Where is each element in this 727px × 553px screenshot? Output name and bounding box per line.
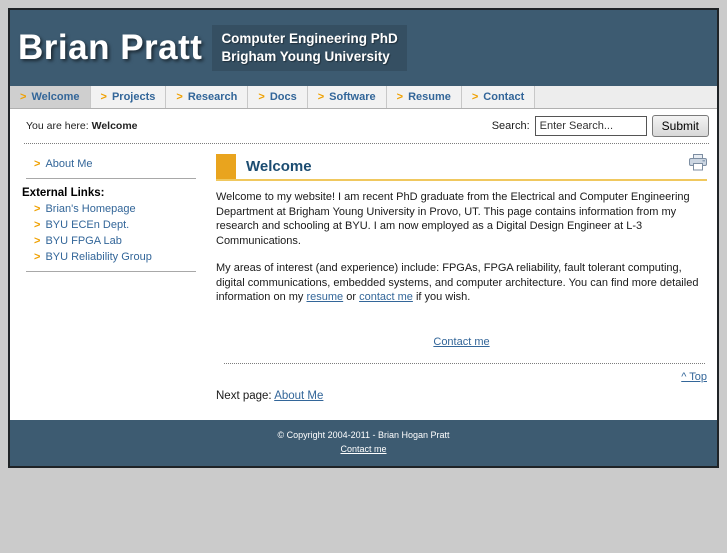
- chevron-right-icon: >: [34, 203, 41, 215]
- main-column: Welcome Welcome to my website! I am rece…: [210, 154, 717, 420]
- site-header: Brian Pratt Computer Engineering PhD Bri…: [10, 10, 717, 86]
- external-link-label: Brian's Homepage: [45, 203, 136, 215]
- nav-tabs: > Welcome > Projects > Research > Docs > Software…: [10, 86, 717, 109]
- nav-tab-docs[interactable]: > Docs: [248, 86, 308, 108]
- nav-tab-research[interactable]: > Research: [166, 86, 249, 108]
- page-title: Welcome: [246, 157, 312, 175]
- contact-center-row: Contact me: [216, 335, 707, 350]
- chevron-right-icon: >: [20, 91, 27, 103]
- site-title: Brian Pratt: [18, 28, 203, 67]
- breadcrumb-prefix: You are here:: [26, 120, 89, 132]
- nav-tab-label: Software: [329, 91, 376, 103]
- resume-link[interactable]: resume: [306, 291, 343, 303]
- chevron-right-icon: >: [34, 219, 41, 231]
- external-link-label: BYU Reliability Group: [45, 251, 152, 263]
- nav-tab-software[interactable]: > Software: [307, 86, 387, 108]
- heading-accent-square: [216, 154, 236, 179]
- external-link-label: BYU ECEn Dept.: [45, 219, 130, 231]
- nav-tab-projects[interactable]: > Projects: [90, 86, 167, 108]
- chevron-right-icon: >: [34, 158, 41, 170]
- contact-me-inline-link[interactable]: contact me: [359, 291, 413, 303]
- external-link-item[interactable]: > BYU FPGA Lab: [34, 235, 210, 247]
- sidebar-divider: [26, 271, 196, 272]
- search-label: Search:: [491, 120, 530, 132]
- next-page-row: Next page: About Me: [216, 389, 707, 404]
- chevron-right-icon: >: [317, 91, 325, 103]
- breadcrumb-current: Welcome: [91, 120, 138, 132]
- subtitle-line-2: Brigham Young University: [221, 49, 390, 64]
- contact-me-center-link[interactable]: Contact me: [433, 336, 489, 348]
- intro-paragraph: Welcome to my website! I am recent PhD g…: [216, 191, 690, 247]
- interests-text-mid: or: [343, 291, 360, 304]
- search-submit-button[interactable]: Submit: [651, 115, 709, 137]
- next-page-label: Next page:: [216, 389, 272, 402]
- sidebar: > About Me External Links: > Brian's Home…: [10, 154, 210, 420]
- page-heading-row: Welcome: [216, 154, 707, 181]
- search-box: Search: Submit: [492, 115, 709, 137]
- nav-tab-resume[interactable]: > Resume: [386, 86, 462, 108]
- chevron-right-icon: >: [100, 91, 107, 103]
- search-input[interactable]: [534, 116, 647, 136]
- nav-tab-label: Docs: [269, 91, 297, 103]
- nav-tab-label: Welcome: [31, 91, 80, 103]
- nav-tab-label: Contact: [483, 91, 525, 103]
- nav-tab-label: Research: [187, 91, 238, 103]
- copyright-text: © Copyright 2004-2011 - Brian Hogan Prat…: [277, 429, 450, 440]
- site-container: Brian Pratt Computer Engineering PhD Bri…: [8, 8, 719, 468]
- footer-contact-link[interactable]: Contact me: [340, 444, 386, 454]
- chevron-right-icon: >: [176, 91, 183, 103]
- external-link-item[interactable]: > Brian's Homepage: [34, 203, 210, 215]
- interests-text-post: if you wish.: [412, 291, 471, 304]
- external-link-label: BYU FPGA Lab: [45, 235, 122, 247]
- nav-tab-contact[interactable]: > Contact: [461, 86, 536, 108]
- nav-tab-label: Resume: [408, 91, 451, 103]
- nav-tab-label: Projects: [111, 91, 156, 103]
- nav-tab-welcome[interactable]: > Welcome: [10, 86, 91, 108]
- external-link-item[interactable]: > BYU ECEn Dept.: [34, 219, 210, 231]
- breadcrumb: You are here: Welcome: [26, 120, 138, 132]
- chevron-right-icon: >: [258, 91, 265, 103]
- external-links-heading: External Links:: [22, 187, 105, 199]
- breadcrumb-search-row: You are here: Welcome Search: Submit: [10, 109, 717, 141]
- next-page-link[interactable]: About Me: [274, 390, 323, 402]
- chevron-right-icon: >: [34, 235, 41, 247]
- sidebar-divider: [26, 178, 196, 179]
- external-link-item[interactable]: > BYU Reliability Group: [34, 251, 210, 263]
- subtitle-line-1: Computer Engineering PhD: [221, 31, 398, 47]
- interests-paragraph: My areas of interest (and experience) in…: [216, 261, 707, 305]
- content-area: > About Me External Links: > Brian's Home…: [10, 144, 717, 420]
- chevron-right-icon: >: [34, 251, 41, 263]
- print-icon[interactable]: [689, 154, 707, 176]
- external-links-list: > Brian's Homepage > BYU ECEn Dept. > BYU FPG…: [26, 203, 210, 263]
- site-subtitle: Computer Engineering PhD Brigham Young U…: [212, 25, 407, 71]
- back-to-top-link[interactable]: ^ Top: [681, 371, 707, 383]
- chevron-right-icon: >: [471, 91, 479, 103]
- chevron-right-icon: >: [396, 91, 404, 103]
- sidebar-item-about-me[interactable]: > About Me: [34, 158, 210, 170]
- top-link-row: ^ Top: [216, 370, 707, 385]
- main-divider: [224, 363, 705, 365]
- site-footer: © Copyright 2004-2011 - Brian Hogan Prat…: [10, 419, 717, 466]
- sidebar-item-label: About Me: [45, 158, 93, 170]
